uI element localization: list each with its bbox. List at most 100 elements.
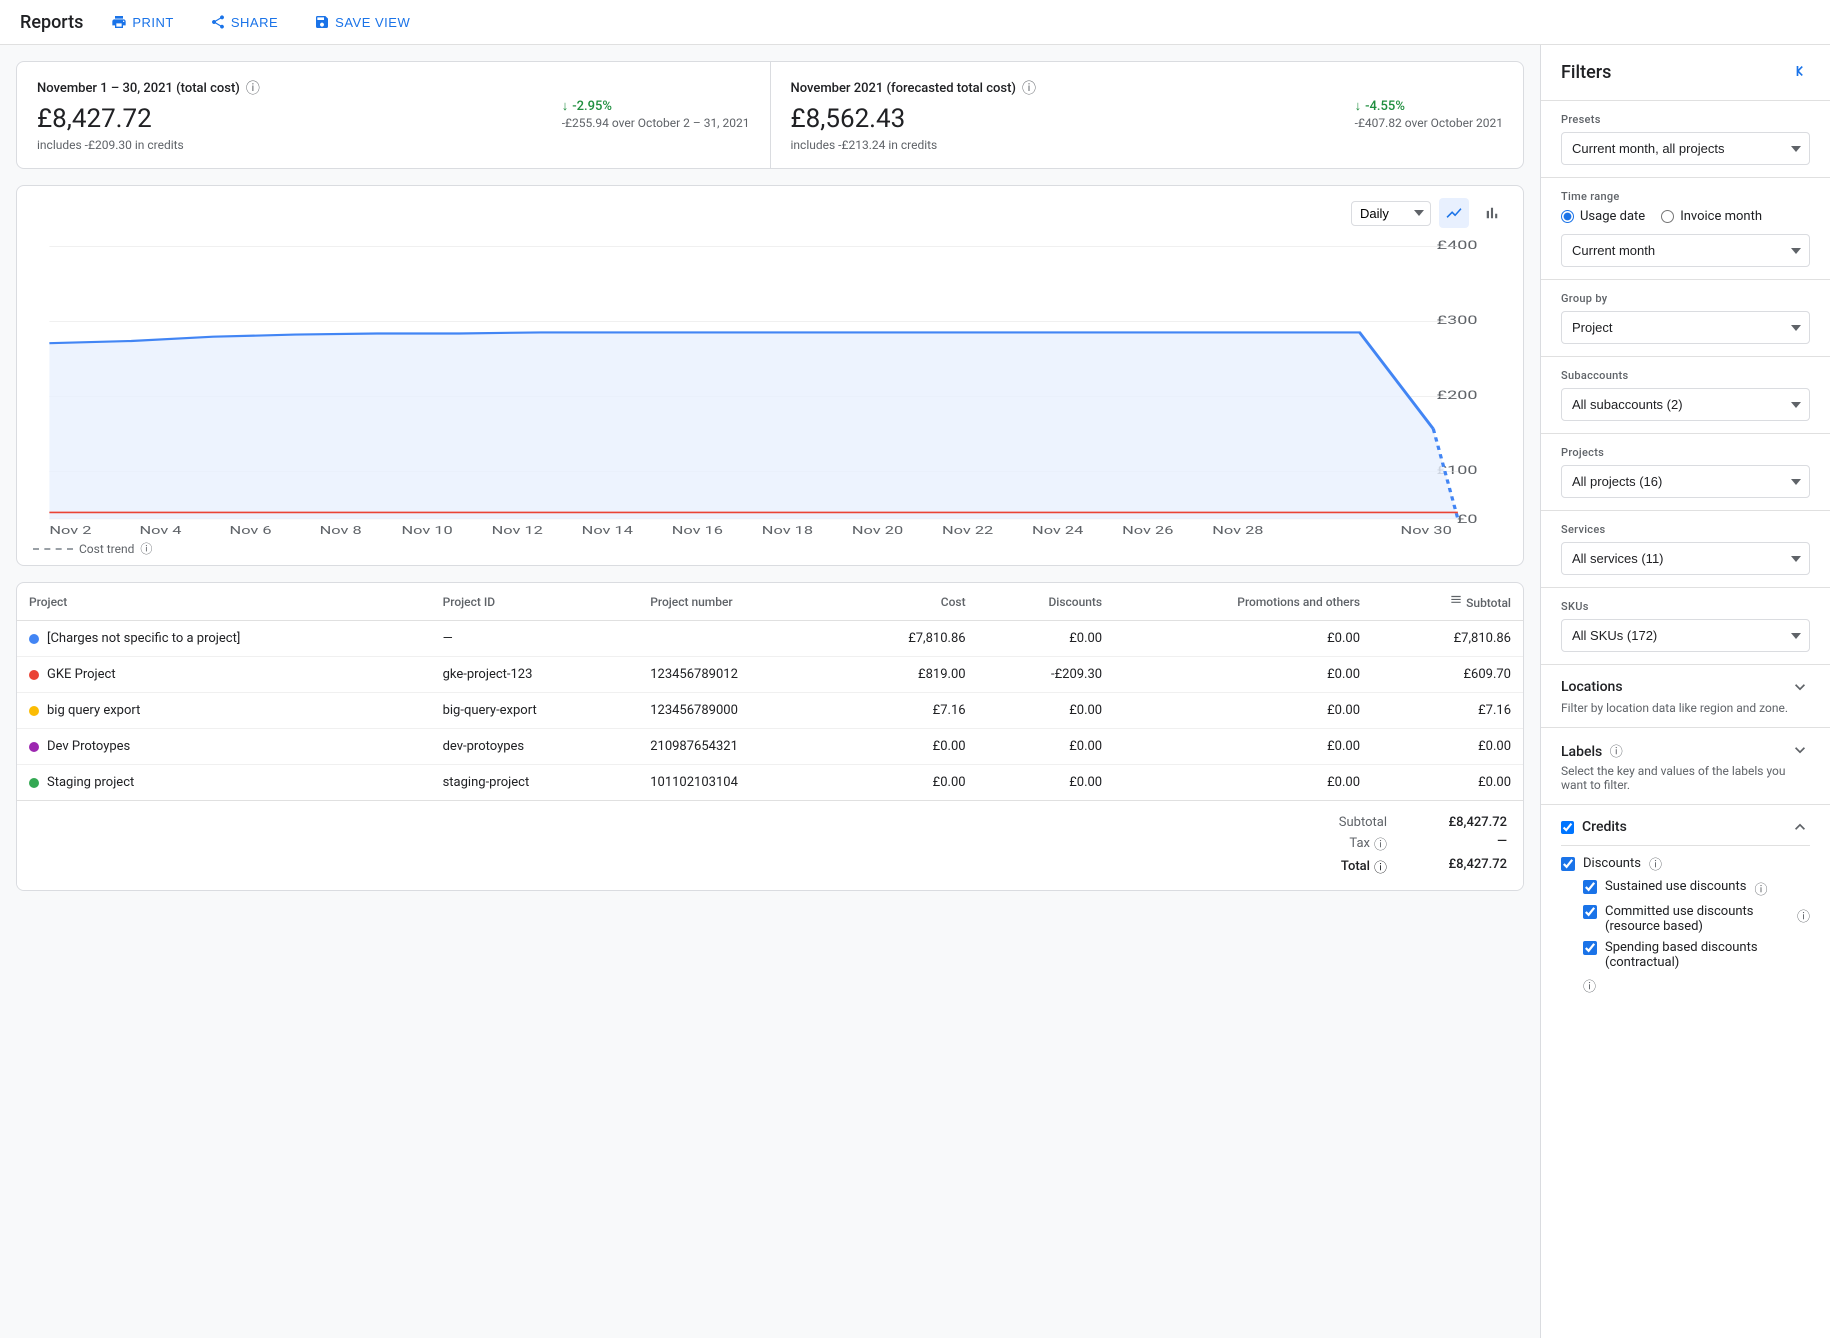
summary-card-forecast: November 2021 (forecasted total cost) ⓘ … <box>770 62 1524 168</box>
discounts-checkbox[interactable] <box>1561 857 1575 871</box>
time-range-radio-group: Usage date Invoice month <box>1561 209 1810 224</box>
forecast-change-pct: -4.55% <box>1365 99 1405 114</box>
forecast-cost-amount: £8,562.43 <box>791 104 938 134</box>
skus-label: SKUs <box>1561 600 1810 613</box>
services-label: Services <box>1561 523 1810 536</box>
actual-help-icon[interactable]: ⓘ <box>246 78 260 98</box>
cell-project-number-3: 210987654321 <box>638 729 834 765</box>
cell-promotions-1: £0.00 <box>1114 657 1372 693</box>
group-by-select[interactable]: Project <box>1561 311 1810 344</box>
top-bar: Reports PRINT SHARE SAVE VIEW <box>0 0 1830 45</box>
presets-select[interactable]: Current month, all projects <box>1561 132 1810 165</box>
svg-text:Nov 24: Nov 24 <box>1032 525 1084 536</box>
filters-collapse-btn[interactable] <box>1790 61 1810 84</box>
cell-project-number-0 <box>638 621 834 657</box>
credits-section: Credits Discounts ⓘ Sustained use discou… <box>1541 805 1830 1007</box>
sustained-use-checkbox[interactable] <box>1583 880 1597 894</box>
svg-text:Nov 20: Nov 20 <box>852 525 903 536</box>
svg-text:£0: £0 <box>1457 512 1478 526</box>
cell-project-number-1: 123456789012 <box>638 657 834 693</box>
usage-date-label: Usage date <box>1580 209 1645 224</box>
project-dot-3 <box>29 742 39 752</box>
group-by-label: Group by <box>1561 292 1810 305</box>
chart-period-select[interactable]: Daily Monthly Weekly <box>1351 201 1431 226</box>
cost-trend-legend: Cost trend ⓘ <box>33 540 1507 557</box>
usage-date-radio[interactable] <box>1561 210 1574 223</box>
tax-label: Tax ⓘ <box>1349 834 1387 853</box>
cell-subtotal-0: £7,810.86 <box>1372 621 1523 657</box>
share-button[interactable]: SHARE <box>202 10 286 34</box>
main-container: November 1 – 30, 2021 (total cost) ⓘ £8,… <box>0 45 1830 1338</box>
save-view-icon <box>314 14 330 30</box>
bar-chart-btn[interactable] <box>1477 198 1507 228</box>
committed-use-help-icon[interactable]: ⓘ <box>1797 906 1810 925</box>
col-project: Project <box>17 583 431 621</box>
projects-select[interactable]: All projects (16) <box>1561 465 1810 498</box>
cell-promotions-4: £0.00 <box>1114 765 1372 801</box>
cell-promotions-0: £0.00 <box>1114 621 1372 657</box>
table-row: GKE Project gke-project-123 123456789012… <box>17 657 1523 693</box>
forecast-comparison: -£407.82 over October 2021 <box>1355 116 1503 130</box>
total-label: Total ⓘ <box>1341 857 1387 876</box>
sustained-use-row[interactable]: Sustained use discounts ⓘ <box>1583 879 1810 898</box>
project-dot-1 <box>29 670 39 680</box>
labels-title: Labels ⓘ <box>1561 741 1623 760</box>
svg-text:£200: £200 <box>1437 388 1478 402</box>
svg-text:Nov 6: Nov 6 <box>230 525 272 536</box>
print-button[interactable]: PRINT <box>103 10 182 34</box>
line-chart-btn[interactable] <box>1439 198 1469 228</box>
svg-text:Nov 8: Nov 8 <box>320 525 362 536</box>
total-help-icon[interactable]: ⓘ <box>1374 857 1387 876</box>
skus-select[interactable]: All SKUs (172) <box>1561 619 1810 652</box>
chart-controls: Daily Monthly Weekly <box>33 198 1507 228</box>
current-month-select[interactable]: Current month <box>1561 234 1810 267</box>
labels-header[interactable]: Labels ⓘ <box>1561 740 1810 760</box>
credits-checkbox[interactable] <box>1561 821 1574 834</box>
forecast-help-icon[interactable]: ⓘ <box>1022 78 1036 98</box>
forecast-change-arrow: ↓ <box>1355 98 1362 114</box>
svg-text:Nov 14: Nov 14 <box>582 525 634 536</box>
credits-collapse-icon[interactable] <box>1790 817 1810 837</box>
cell-promotions-2: £0.00 <box>1114 693 1372 729</box>
collapse-icon <box>1790 61 1810 81</box>
svg-text:£400: £400 <box>1437 238 1478 252</box>
svg-text:Nov 26: Nov 26 <box>1122 525 1174 536</box>
labels-help-icon[interactable]: ⓘ <box>1610 745 1623 760</box>
svg-text:Nov 28: Nov 28 <box>1212 525 1264 536</box>
chart-area: Daily Monthly Weekly £400 £300 £200 £1 <box>16 185 1524 566</box>
data-table: Project Project ID Project number Cost D… <box>17 583 1523 800</box>
sustained-use-help-icon[interactable]: ⓘ <box>1754 879 1767 898</box>
services-section: Services All services (11) <box>1541 511 1830 588</box>
spending-based-help-icon[interactable]: ⓘ <box>1583 980 1596 995</box>
tax-help-icon[interactable]: ⓘ <box>1374 834 1387 853</box>
discounts-row[interactable]: Discounts ⓘ <box>1561 854 1810 873</box>
table-row: Staging project staging-project 10110210… <box>17 765 1523 801</box>
cell-project-id-3: dev-protoypes <box>431 729 639 765</box>
committed-use-row[interactable]: Committed use discounts (resource based)… <box>1583 904 1810 934</box>
footer-subtotal-row: Subtotal £8,427.72 <box>33 813 1507 832</box>
discounts-help-icon[interactable]: ⓘ <box>1649 854 1662 873</box>
save-view-button[interactable]: SAVE VIEW <box>306 10 418 34</box>
table-footer: Subtotal £8,427.72 Tax ⓘ — Total ⓘ £8,42… <box>17 800 1523 890</box>
cost-trend-dashed-line <box>33 548 73 550</box>
subaccounts-select[interactable]: All subaccounts (2) <box>1561 388 1810 421</box>
subtotal-label: Subtotal <box>1339 815 1387 830</box>
locations-title: Locations <box>1561 679 1623 695</box>
invoice-month-radio[interactable] <box>1661 210 1674 223</box>
committed-use-checkbox[interactable] <box>1583 905 1597 919</box>
invoice-month-option[interactable]: Invoice month <box>1661 209 1762 224</box>
spending-based-checkbox[interactable] <box>1583 941 1597 955</box>
locations-header[interactable]: Locations <box>1561 677 1810 697</box>
footer-tax-row: Tax ⓘ — <box>33 832 1507 855</box>
cell-subtotal-1: £609.70 <box>1372 657 1523 693</box>
cell-project-2: big query export <box>17 693 431 729</box>
svg-text:Nov 18: Nov 18 <box>762 525 814 536</box>
services-select[interactable]: All services (11) <box>1561 542 1810 575</box>
spending-based-row[interactable]: Spending based discounts (contractual) <box>1583 940 1810 970</box>
project-name-1: GKE Project <box>47 667 116 682</box>
actual-change-pct: -2.95% <box>572 99 612 114</box>
usage-date-option[interactable]: Usage date <box>1561 209 1645 224</box>
share-icon <box>210 14 226 30</box>
col-project-id: Project ID <box>431 583 639 621</box>
cost-trend-help-icon[interactable]: ⓘ <box>140 540 152 557</box>
